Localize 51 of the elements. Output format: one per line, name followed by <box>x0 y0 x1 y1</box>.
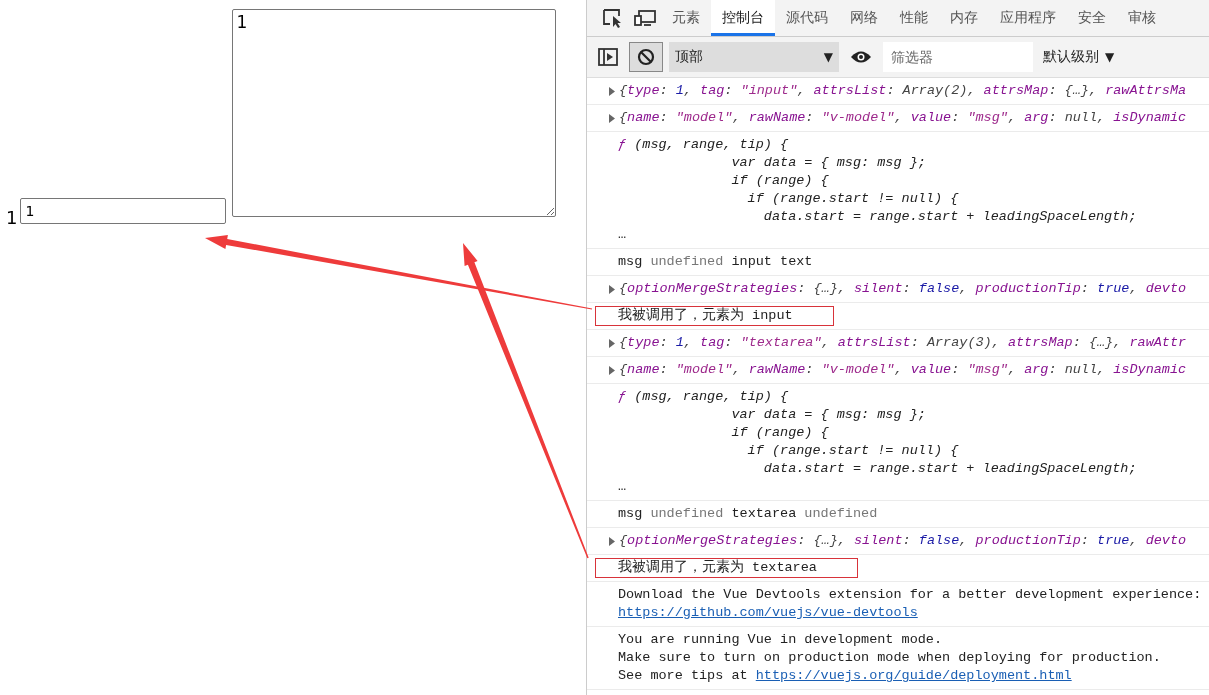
console-message: msg undefined input text <box>618 253 813 271</box>
log-levels-dropdown[interactable]: 默认级别 ▼ <box>1039 48 1119 66</box>
console-message: Download the Vue Devtools extension for a better development experience: <box>618 586 1202 604</box>
object-preview: {optionMergeStrategies: {…}, silent: false, productionTip: true, devto <box>619 280 1187 298</box>
expand-triangle-icon[interactable] <box>608 339 616 348</box>
devtools-tab[interactable]: 应用程序 <box>989 0 1067 36</box>
devtools-tab[interactable]: 网络 <box>839 0 889 36</box>
object-preview: if (range) { <box>730 172 830 190</box>
expand-triangle-icon[interactable] <box>608 87 616 96</box>
console-message: … <box>618 478 628 496</box>
object-preview: {type: 1, tag: "textarea", attrsList: Array(3), attrsMap: {…}, rawAttr <box>619 334 1187 352</box>
link[interactable]: https://github.com/vuejs/vue-devtools <box>618 605 918 620</box>
object-preview: if (range.start != null) { <box>746 442 960 460</box>
expand-triangle-icon[interactable] <box>608 285 616 294</box>
value-text: 1 <box>6 207 18 228</box>
console-message: Make sure to turn on production mode when deploying for production. <box>618 649 1161 667</box>
object-preview: ƒ (msg, range, tip) { <box>618 388 790 406</box>
object-preview: if (range.start != null) { <box>746 190 960 208</box>
context-dropdown[interactable]: 顶部 ▼ <box>669 42 839 72</box>
filter-field[interactable]: 筛选器 <box>883 42 1033 72</box>
devtools-tab[interactable]: 源代码 <box>775 0 839 36</box>
object-preview: var data = { msg: msg }; <box>730 406 927 424</box>
object-preview: {name: "model", rawName: "v-model", value: "msg", arg: null, isDynamic <box>619 361 1187 379</box>
object-preview: {name: "model", rawName: "v-model", value: "msg", arg: null, isDynamic <box>619 109 1187 127</box>
link[interactable]: https://vuejs.org/guide/deployment.html <box>755 668 1072 683</box>
object-preview: ƒ (msg, range, tip) { <box>618 136 790 154</box>
input-field[interactable]: 1 <box>20 198 227 224</box>
object-preview: var data = { msg: msg }; <box>730 154 927 172</box>
object-preview: if (range) { <box>730 424 830 442</box>
console-message: … <box>618 226 628 244</box>
devtools-tab[interactable]: 控制台 <box>711 0 775 36</box>
expand-triangle-icon[interactable] <box>608 366 616 375</box>
object-preview: data.start = range.start + leadingSpaceLength; <box>762 208 1137 226</box>
clear-console-button[interactable] <box>629 42 663 72</box>
object-preview: data.start = range.start + leadingSpaceLength; <box>762 460 1137 478</box>
console-message: msg undefined textarea undefined <box>618 505 878 523</box>
expand-triangle-icon[interactable] <box>608 537 616 546</box>
console-message: 我被调用了，元素为 textarea <box>618 559 817 577</box>
devtools-tab[interactable]: 审核 <box>1117 0 1167 36</box>
clear-icon[interactable] <box>637 48 655 66</box>
console-message: 我被调用了，元素为 input <box>618 307 793 325</box>
devtools-tab[interactable]: 性能 <box>889 0 939 36</box>
expand-triangle-icon[interactable] <box>608 114 616 123</box>
object-preview: {optionMergeStrategies: {…}, silent: false, productionTip: true, devto <box>619 532 1187 550</box>
devtools-tab[interactable]: 元素 <box>661 0 711 36</box>
devtools-tab[interactable]: 内存 <box>939 0 989 36</box>
console-message: See more tips at https://vuejs.org/guide/deployment.html <box>618 667 1073 685</box>
textarea-field[interactable]: 1 <box>232 9 557 217</box>
object-preview: {type: 1, tag: "input", attrsList: Array(2), attrsMap: {…}, rawAttrsMa <box>619 82 1187 100</box>
devtools-tab[interactable]: 安全 <box>1067 0 1117 36</box>
console-message: You are running Vue in development mode. <box>618 631 944 649</box>
